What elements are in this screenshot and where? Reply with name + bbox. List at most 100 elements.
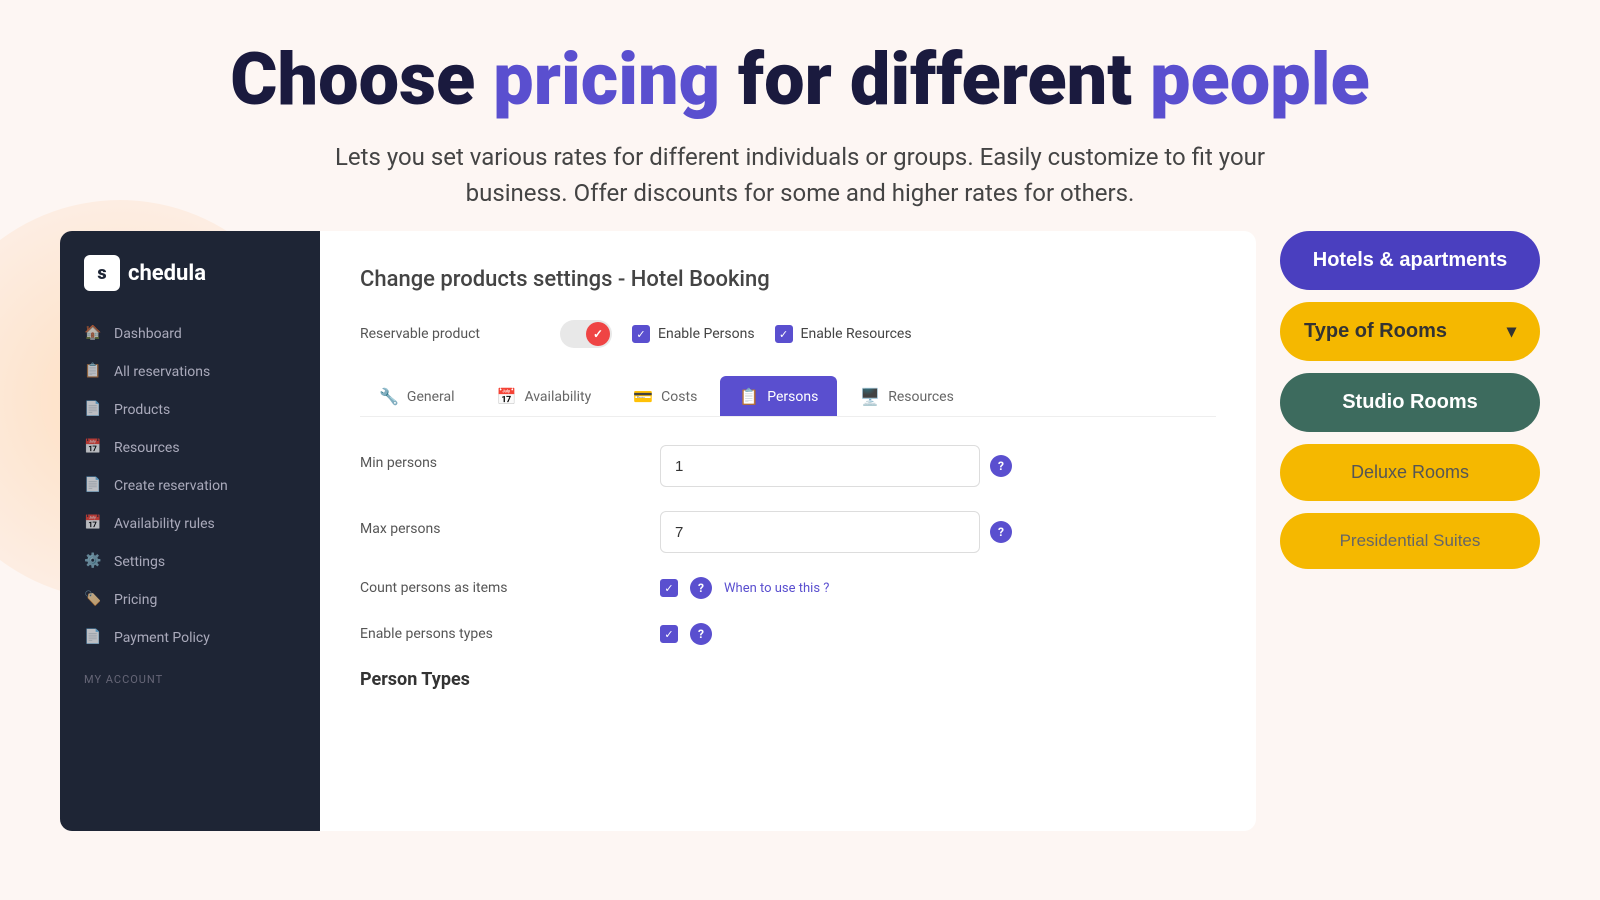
min-persons-label: Min persons xyxy=(360,445,640,471)
count-persons-row: Count persons as items ✓ ? When to use t… xyxy=(360,577,1216,599)
sidebar: s chedula 🏠 Dashboard 📋 All reservations… xyxy=(60,231,320,831)
toggle-thumb xyxy=(586,322,610,346)
sidebar-item-resources[interactable]: 📅 Resources xyxy=(60,429,320,467)
studio-rooms-button[interactable]: Studio Rooms xyxy=(1280,373,1540,432)
document-icon: 📄 xyxy=(84,477,102,495)
hotels-apartments-button[interactable]: Hotels & apartments xyxy=(1280,231,1540,290)
tab-costs[interactable]: 💳 Costs xyxy=(614,376,716,416)
right-panel: Hotels & apartments Type of Rooms ▾ Stud… xyxy=(1280,231,1540,831)
enable-resources-checkbox[interactable]: ✓ xyxy=(775,325,793,343)
home-icon: 🏠 xyxy=(84,325,102,343)
sidebar-item-payment-policy[interactable]: 📄 Payment Policy xyxy=(60,619,320,657)
document-icon: 📄 xyxy=(84,401,102,419)
sidebar-item-label: Payment Policy xyxy=(114,630,210,646)
enable-persons-types-help-icon[interactable]: ? xyxy=(690,623,712,645)
tag-icon: 🏷️ xyxy=(84,591,102,609)
wrench-icon: 🔧 xyxy=(379,387,399,406)
min-persons-input[interactable] xyxy=(660,445,980,487)
sidebar-item-availability-rules[interactable]: 📅 Availability rules xyxy=(60,505,320,543)
enable-persons-item[interactable]: ✓ Enable Persons xyxy=(632,325,755,343)
logo-text: chedula xyxy=(128,261,206,286)
tab-label: Persons xyxy=(767,389,818,405)
enable-persons-types-wrap: ✓ ? xyxy=(660,623,712,645)
calendar-icon: 📅 xyxy=(84,439,102,457)
tab-persons[interactable]: 📋 Persons xyxy=(720,376,837,416)
sidebar-item-label: Pricing xyxy=(114,592,157,608)
checkbox-group: ✓ Enable Persons ✓ Enable Resources xyxy=(632,325,912,343)
hero-subtitle: Lets you set various rates for different… xyxy=(300,139,1300,211)
sidebar-nav: 🏠 Dashboard 📋 All reservations 📄 Product… xyxy=(60,315,320,657)
sidebar-item-products[interactable]: 📄 Products xyxy=(60,391,320,429)
tab-label: Resources xyxy=(888,389,954,405)
presidential-suites-button[interactable]: Presidential Suites xyxy=(1280,513,1540,569)
max-persons-help-icon[interactable]: ? xyxy=(990,521,1012,543)
sidebar-item-pricing[interactable]: 🏷️ Pricing xyxy=(60,581,320,619)
reservable-toggle[interactable] xyxy=(560,320,612,348)
sidebar-item-label: Availability rules xyxy=(114,516,215,532)
type-of-rooms-label: Type of Rooms xyxy=(1304,320,1447,343)
count-persons-help-icon[interactable]: ? xyxy=(690,577,712,599)
min-persons-help-icon[interactable]: ? xyxy=(990,455,1012,477)
max-persons-wrap: ? xyxy=(660,511,1012,553)
when-to-use-link[interactable]: When to use this ? xyxy=(724,581,829,596)
hero-title-accent: pricing xyxy=(493,37,720,122)
persons-icon: 📋 xyxy=(739,387,759,406)
enable-persons-types-row: Enable persons types ✓ ? xyxy=(360,623,1216,645)
my-account-label: MY ACCOUNT xyxy=(60,657,320,690)
reservable-label: Reservable product xyxy=(360,325,540,343)
logo-icon: s xyxy=(84,255,120,291)
min-persons-wrap: ? xyxy=(660,445,1012,487)
sidebar-item-label: Products xyxy=(114,402,170,418)
deluxe-rooms-button[interactable]: Deluxe Rooms xyxy=(1280,444,1540,501)
tab-label: General xyxy=(407,389,455,405)
tab-label: Costs xyxy=(661,389,697,405)
main-layout: s chedula 🏠 Dashboard 📋 All reservations… xyxy=(0,231,1600,871)
reservable-product-row: Reservable product ✓ Enable Persons ✓ En… xyxy=(360,320,1216,348)
sidebar-item-label: Settings xyxy=(114,554,165,570)
sidebar-item-all-reservations[interactable]: 📋 All reservations xyxy=(60,353,320,391)
count-persons-label: Count persons as items xyxy=(360,580,640,596)
tab-label: Availability xyxy=(524,389,591,405)
max-persons-label: Max persons xyxy=(360,511,640,537)
type-of-rooms-button[interactable]: Type of Rooms ▾ xyxy=(1280,302,1540,361)
sidebar-item-dashboard[interactable]: 🏠 Dashboard xyxy=(60,315,320,353)
max-persons-input[interactable] xyxy=(660,511,980,553)
content-area: Change products settings - Hotel Booking… xyxy=(320,231,1256,831)
max-persons-row: Max persons ? xyxy=(360,511,1216,553)
sidebar-item-label: All reservations xyxy=(114,364,210,380)
enable-resources-label: Enable Resources xyxy=(801,326,912,342)
tabs: 🔧 General 📅 Availability 💳 Costs 📋 Perso… xyxy=(360,376,1216,417)
chevron-down-icon: ▾ xyxy=(1507,321,1516,342)
sidebar-item-label: Create reservation xyxy=(114,478,228,494)
list-icon: 📋 xyxy=(84,363,102,381)
hero-title: Choose pricing for different people xyxy=(60,40,1540,119)
hero-title-part1: Choose xyxy=(230,37,493,122)
calendar-icon: 📅 xyxy=(84,515,102,533)
tab-general[interactable]: 🔧 General xyxy=(360,376,474,416)
creditcard-icon: 💳 xyxy=(633,387,653,406)
tab-resources[interactable]: 🖥️ Resources xyxy=(841,376,973,416)
sidebar-item-label: Dashboard xyxy=(114,326,182,342)
person-types-title: Person Types xyxy=(360,669,1216,690)
tab-availability[interactable]: 📅 Availability xyxy=(478,376,611,416)
sidebar-item-create-reservation[interactable]: 📄 Create reservation xyxy=(60,467,320,505)
enable-persons-label: Enable Persons xyxy=(658,326,755,342)
min-persons-row: Min persons ? xyxy=(360,445,1216,487)
gear-icon: ⚙️ xyxy=(84,553,102,571)
enable-persons-types-label: Enable persons types xyxy=(360,626,640,642)
sidebar-item-settings[interactable]: ⚙️ Settings xyxy=(60,543,320,581)
document-icon: 📄 xyxy=(84,629,102,647)
enable-persons-checkbox[interactable]: ✓ xyxy=(632,325,650,343)
hero-title-accent2: people xyxy=(1150,37,1370,122)
monitor-icon: 🖥️ xyxy=(860,387,880,406)
count-persons-checkbox[interactable]: ✓ xyxy=(660,579,678,597)
enable-persons-types-checkbox[interactable]: ✓ xyxy=(660,625,678,643)
sidebar-item-label: Resources xyxy=(114,440,180,456)
enable-resources-item[interactable]: ✓ Enable Resources xyxy=(775,325,912,343)
page-title: Change products settings - Hotel Booking xyxy=(360,267,1216,292)
sidebar-logo: s chedula xyxy=(60,255,320,315)
calendar-icon: 📅 xyxy=(497,387,517,406)
hero-title-part2: for different xyxy=(720,37,1150,122)
hero-section: Choose pricing for different people Lets… xyxy=(0,0,1600,231)
count-persons-wrap: ✓ ? When to use this ? xyxy=(660,577,829,599)
